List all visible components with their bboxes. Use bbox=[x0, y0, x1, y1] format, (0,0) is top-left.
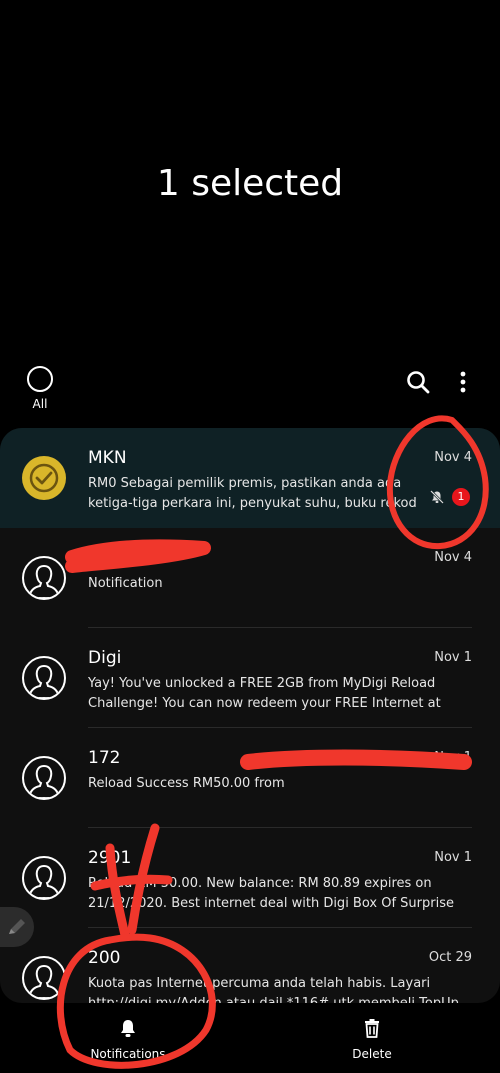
select-all-checkbox[interactable]: All bbox=[24, 365, 56, 411]
message-date: Nov 1 bbox=[434, 650, 472, 665]
person-icon bbox=[27, 664, 61, 698]
contact-avatar[interactable] bbox=[22, 756, 66, 800]
notifications-label: Notifications bbox=[90, 1047, 166, 1061]
person-icon bbox=[27, 564, 61, 598]
unread-badge: 1 bbox=[452, 488, 470, 506]
pencil-icon bbox=[9, 919, 25, 934]
select-all-circle[interactable] bbox=[27, 366, 53, 392]
person-icon bbox=[27, 764, 61, 798]
check-icon bbox=[29, 463, 59, 493]
message-preview: Yay! You've unlocked a FREE 2GB from MyD… bbox=[88, 676, 441, 711]
conversation-item[interactable]: MKN Nov 4 RM0 Sebagai pemilik premis, pa… bbox=[0, 428, 500, 528]
sender-name: 2901 bbox=[88, 848, 132, 868]
sender-name: 172 bbox=[88, 748, 121, 768]
conversation-item[interactable]: Digi Nov 1 Yay! You've unlocked a FREE 2… bbox=[0, 628, 500, 728]
select-all-label: All bbox=[32, 397, 48, 411]
message-date: Nov 1 bbox=[434, 750, 472, 765]
bell-icon bbox=[121, 1020, 135, 1037]
message-preview: Kuota pas Internet percuma anda telah ha… bbox=[88, 976, 459, 1003]
person-icon bbox=[27, 864, 61, 898]
message-preview: RM0 Sebagai pemilik premis, pastikan and… bbox=[88, 476, 417, 511]
contact-avatar[interactable] bbox=[22, 556, 66, 600]
selected-check-avatar[interactable] bbox=[22, 456, 66, 500]
sender-name: MKN bbox=[88, 448, 127, 468]
sender-name: 200 bbox=[88, 948, 121, 968]
message-preview: Notification bbox=[88, 576, 163, 591]
person-icon bbox=[27, 964, 61, 998]
trash-icon bbox=[365, 1019, 379, 1038]
message-date: Nov 1 bbox=[434, 850, 472, 865]
conversation-item[interactable]: 200 Oct 29 Kuota pas Internet percuma an… bbox=[0, 928, 500, 1003]
conversation-item[interactable]: 2901 Nov 1 Reload RM 50.00. New balance:… bbox=[0, 828, 500, 928]
message-date: Oct 29 bbox=[428, 950, 472, 965]
notifications-button[interactable]: Notifications bbox=[68, 1017, 188, 1061]
delete-button[interactable]: Delete bbox=[312, 1017, 432, 1061]
sender-name: Digi bbox=[88, 648, 122, 668]
delete-label: Delete bbox=[352, 1047, 392, 1061]
mute-icon bbox=[430, 490, 444, 504]
message-preview: Reload Success RM50.00 from bbox=[88, 776, 285, 791]
contact-avatar[interactable] bbox=[22, 656, 66, 700]
message-date: Nov 4 bbox=[434, 550, 472, 565]
conversation-item[interactable]: 172 Nov 1 Reload Success RM50.00 from bbox=[0, 728, 500, 828]
conversation-list: MKN Nov 4 RM0 Sebagai pemilik premis, pa… bbox=[0, 428, 500, 1003]
page-title: 1 selected bbox=[156, 163, 344, 204]
contact-avatar[interactable] bbox=[22, 856, 66, 900]
bottom-action-bar: Notifications Delete bbox=[0, 1003, 500, 1073]
more-vertical-icon[interactable] bbox=[452, 369, 474, 395]
toolbar: All bbox=[0, 365, 500, 415]
message-date: Nov 4 bbox=[434, 450, 472, 465]
conversation-item[interactable]: Nov 4 Notification bbox=[0, 528, 500, 628]
search-icon[interactable] bbox=[405, 369, 431, 395]
contact-avatar[interactable] bbox=[22, 956, 66, 1000]
message-preview: Reload RM 50.00. New balance: RM 80.89 e… bbox=[88, 876, 454, 911]
